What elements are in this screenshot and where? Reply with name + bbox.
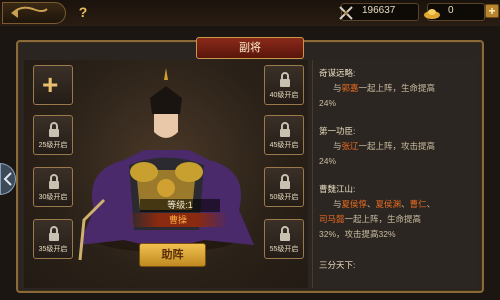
unlock-level-label: 25级开启 (38, 142, 68, 149)
prev-page-button[interactable] (0, 163, 16, 195)
lock-icon (280, 72, 290, 87)
bond-section: 曹魏江山: 与夏侯惇、夏侯渊、曹仁、 司马懿一起上阵，生命提高 32%，攻击提高… (319, 182, 435, 242)
locked-slot[interactable]: 35级开启 (33, 219, 73, 259)
resource-1-value: 196637 (362, 5, 396, 16)
help-icon[interactable]: ? (76, 5, 90, 19)
bond-text: 一起上阵，生命提高 (344, 214, 422, 224)
lock-icon (280, 174, 290, 189)
bond-title: 第一功臣: (319, 126, 356, 136)
unlock-level-label: 55级开启 (269, 246, 299, 253)
bond-section: 奇谋远略: 与郭嘉一起上阵，生命提高 24% (319, 66, 435, 111)
bond-text: 一起上阵，攻击提高 (358, 141, 436, 151)
hero-level: 等级:1 (140, 199, 220, 212)
locked-slot[interactable]: 45级开启 (264, 115, 304, 155)
resource-bar-1: 196637 (339, 3, 419, 21)
bond-text: 与 (333, 199, 342, 209)
bond-hero-name: 曹仁 (409, 199, 427, 209)
bond-hero-name: 张辽 (341, 141, 359, 151)
unlock-level-label: 30级开启 (38, 194, 68, 201)
locked-slot[interactable]: 55级开启 (264, 219, 304, 259)
assist-button[interactable]: 助阵 (139, 243, 206, 267)
unlock-level-label: 35级开启 (38, 246, 68, 253)
lock-icon (49, 226, 59, 241)
crossed-swords-icon (339, 6, 353, 20)
bond-text: 32%，攻击提高32% (319, 229, 396, 239)
bond-text: 、 (426, 199, 436, 209)
bond-text: 、 (367, 199, 376, 209)
add-gold-button[interactable]: + (485, 4, 499, 18)
bond-hero-name: 郭嘉 (341, 83, 359, 93)
hero-name: 曹操 (128, 213, 228, 227)
gold-ingot-icon (424, 9, 440, 19)
lock-icon (280, 122, 290, 137)
bond-text: 、 (401, 199, 410, 209)
top-bar: ? 196637 0 + (0, 0, 500, 26)
bond-section: 三分天下: (319, 258, 355, 273)
lock-icon (49, 174, 59, 189)
locked-slot[interactable]: 40级开启 (264, 65, 304, 105)
bond-hero-name: 夏侯惇 (341, 199, 368, 209)
bond-text: 24% (319, 156, 337, 166)
bond-text: 与 (333, 141, 342, 151)
plus-icon: + (42, 69, 59, 100)
unlock-level-label: 50级开启 (269, 194, 299, 201)
bond-title: 曹魏江山: (319, 184, 356, 194)
unlock-level-label: 45级开启 (269, 142, 299, 149)
resource-2-value: 0 (448, 5, 454, 16)
back-button[interactable] (2, 2, 66, 24)
panel-title: 副将 (196, 37, 304, 59)
bond-title: 三分天下: (319, 260, 356, 270)
bond-section: 第一功臣: 与张辽一起上阵，攻击提高 24% (319, 124, 435, 169)
bond-info-panel: 奇谋远略: 与郭嘉一起上阵，生命提高 24% 第一功臣: 与张辽一起上阵，攻击提… (312, 60, 478, 288)
locked-slot[interactable]: 25级开启 (33, 115, 73, 155)
bond-hero-name: 夏侯渊 (375, 199, 402, 209)
chevron-left-icon (3, 172, 12, 186)
back-arrow-icon (11, 6, 48, 18)
bond-text: 与 (333, 83, 342, 93)
locked-slot[interactable]: 30级开启 (33, 167, 73, 207)
lock-icon (49, 122, 59, 137)
bond-text: 一起上阵，生命提高 (358, 83, 436, 93)
unlock-level-label: 40级开启 (269, 92, 299, 99)
bond-title: 奇谋远略: (319, 68, 356, 78)
bond-text: 24% (319, 98, 337, 108)
add-deputy-slot[interactable]: + (33, 65, 73, 105)
resource-bar-2: 0 (424, 3, 485, 21)
lock-icon (280, 226, 290, 241)
locked-slot[interactable]: 50级开启 (264, 167, 304, 207)
bond-hero-name: 司马懿 (319, 214, 345, 224)
